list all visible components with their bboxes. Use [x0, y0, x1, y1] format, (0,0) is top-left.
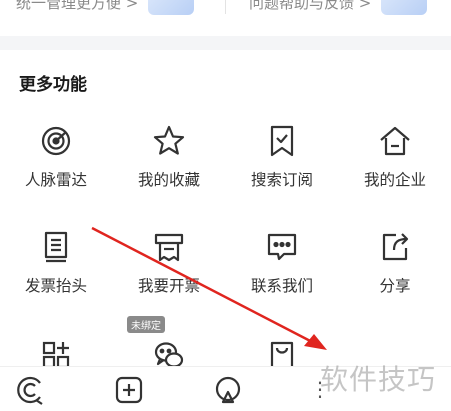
- feature-label: 分享: [379, 277, 411, 295]
- tab-home[interactable]: [13, 373, 47, 407]
- feature-search-subscribe[interactable]: 搜索订阅: [226, 124, 338, 190]
- feature-contact-radar[interactable]: 人脉雷达: [0, 124, 112, 190]
- help-feedback-card-illustration: [381, 0, 428, 15]
- section-separator: [0, 36, 451, 50]
- feature-my-favorites[interactable]: 我的收藏: [113, 124, 225, 190]
- unbound-badge: 未绑定: [127, 316, 165, 333]
- feature-contact-us[interactable]: 联系我们: [226, 230, 338, 296]
- brand-logo-icon: [13, 373, 47, 407]
- printer-icon: [152, 230, 186, 264]
- feature-label: 搜索订阅: [250, 171, 313, 189]
- feature-label: 发票抬头: [24, 277, 87, 295]
- feature-invoice-title[interactable]: 发票抬头: [0, 230, 112, 296]
- chat-bubble-icon: [265, 230, 299, 264]
- feature-share[interactable]: 分享: [339, 230, 451, 296]
- manage-card-text: 统一管理更方便 >: [16, 0, 139, 12]
- feature-label: 我要开票: [137, 277, 200, 295]
- add-square-icon: [112, 373, 146, 407]
- house-icon: [378, 124, 412, 158]
- help-feedback-card[interactable]: 问题帮助与反馈 >: [249, 0, 428, 20]
- feature-label: 联系我们: [250, 277, 313, 295]
- invoice-icon: [39, 230, 73, 264]
- share-icon: [378, 230, 412, 264]
- tab-discover[interactable]: [211, 373, 245, 407]
- manage-card[interactable]: 统一管理更方便 >: [16, 0, 195, 20]
- section-title: 更多功能: [19, 75, 87, 95]
- top-cards-strip: 统一管理更方便 > 问题帮助与反馈 >: [0, 0, 451, 36]
- location-icon: [211, 373, 245, 407]
- feature-issue-invoice[interactable]: 我要开票: [113, 230, 225, 296]
- radar-target-icon: [39, 124, 73, 158]
- manage-card-illustration: [148, 0, 195, 15]
- help-feedback-card-text: 问题帮助与反馈 >: [249, 0, 372, 12]
- feature-label: 我的企业: [363, 171, 426, 189]
- tab-publish[interactable]: [112, 373, 146, 407]
- top-divider: [225, 0, 226, 14]
- feature-my-company[interactable]: 我的企业: [339, 124, 451, 190]
- feature-label: 我的收藏: [137, 171, 200, 189]
- star-icon: [152, 124, 186, 158]
- more-menu-icon[interactable]: ⋮: [310, 377, 330, 401]
- bottom-tab-bar: ⋮: [0, 366, 451, 411]
- feature-label: 人脉雷达: [24, 171, 87, 189]
- bookmark-subscribe-icon: [265, 124, 299, 158]
